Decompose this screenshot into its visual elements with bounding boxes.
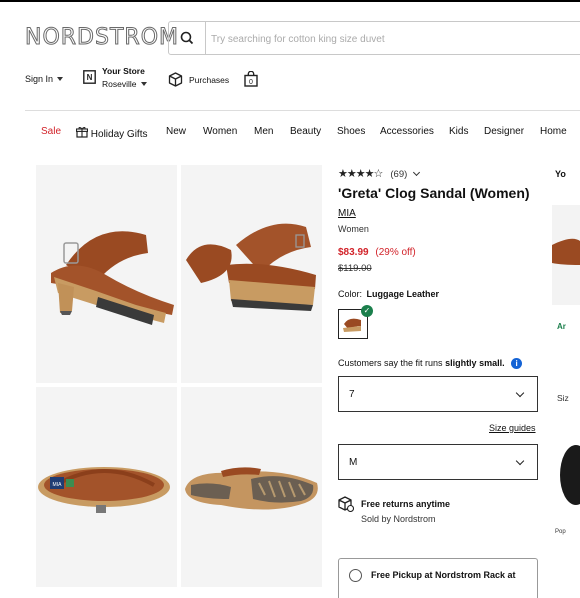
rating[interactable]: ★★★★☆ (69) bbox=[338, 167, 421, 180]
nav-accessories[interactable]: Accessories bbox=[380, 126, 434, 137]
fit-note: Customers say the fit runs slightly smal… bbox=[338, 358, 523, 370]
department: Women bbox=[338, 224, 369, 234]
size-value: 7 bbox=[349, 389, 355, 400]
returns-info: Free returns anytime Sold by Nordstrom bbox=[338, 496, 543, 532]
discount: (29% off) bbox=[375, 247, 416, 258]
chevron-down-icon bbox=[515, 456, 525, 466]
recommendations-heading: Yo bbox=[555, 169, 566, 179]
product-image-1[interactable] bbox=[36, 165, 177, 383]
recommendation-image-2[interactable] bbox=[552, 430, 580, 525]
recommendation-image-1[interactable] bbox=[552, 205, 580, 305]
nav-holiday-gifts-label: Holiday Gifts bbox=[90, 129, 148, 140]
sign-in-button[interactable]: Sign In bbox=[25, 74, 64, 84]
size-select[interactable]: 7 bbox=[338, 376, 538, 412]
nav-beauty[interactable]: Beauty bbox=[290, 126, 321, 137]
color-label: Color: bbox=[338, 289, 363, 299]
recommendation-green-label: Ar bbox=[557, 322, 566, 331]
nav-designer[interactable]: Designer bbox=[484, 126, 524, 137]
fit-note-prefix: Customers say the fit runs bbox=[338, 358, 443, 368]
recommendation-size-label: Siz bbox=[557, 393, 569, 403]
info-icon[interactable]: i bbox=[511, 358, 523, 370]
sold-by: Sold by Nordstrom bbox=[361, 514, 436, 524]
width-select[interactable]: M bbox=[338, 444, 538, 480]
recommendation-pop-label: Pop bbox=[555, 529, 566, 535]
color-row: Color: Luggage Leather bbox=[338, 289, 439, 299]
search-icon bbox=[180, 31, 194, 45]
original-price: $119.00 bbox=[338, 263, 372, 274]
search-input[interactable] bbox=[209, 28, 573, 50]
svg-text:MIA: MIA bbox=[53, 482, 63, 488]
pickup-radio[interactable] bbox=[349, 569, 362, 582]
price-line: $83.99 (29% off) bbox=[338, 247, 416, 258]
chevron-down-icon bbox=[140, 82, 147, 86]
svg-text:N: N bbox=[87, 73, 93, 82]
product-image-3[interactable]: MIA bbox=[36, 387, 177, 587]
svg-text:0: 0 bbox=[249, 79, 253, 86]
nav-kids[interactable]: Kids bbox=[449, 126, 468, 137]
bag-button[interactable]: 0 bbox=[244, 71, 258, 87]
header-divider bbox=[25, 110, 580, 111]
returns-box-icon bbox=[338, 496, 354, 512]
shopping-bag-icon: 0 bbox=[244, 71, 258, 87]
box-icon bbox=[168, 72, 183, 87]
nav-women[interactable]: Women bbox=[203, 126, 237, 137]
nordstrom-logo[interactable]: NORDSTROM bbox=[25, 25, 179, 51]
nav-shoes[interactable]: Shoes bbox=[337, 126, 365, 137]
store-name: Roseville bbox=[102, 79, 137, 89]
chevron-down-icon bbox=[413, 168, 421, 177]
search-button[interactable] bbox=[169, 22, 206, 54]
product-title: 'Greta' Clog Sandal (Women) bbox=[338, 185, 530, 201]
purchases-button[interactable]: Purchases bbox=[168, 72, 229, 87]
returns-title: Free returns anytime bbox=[361, 499, 451, 509]
gift-icon bbox=[75, 127, 89, 138]
nav-home[interactable]: Home bbox=[540, 126, 567, 137]
pickup-option[interactable]: Free Pickup at Nordstrom Rack at bbox=[338, 558, 538, 598]
fit-note-emphasis: slightly small. bbox=[445, 358, 505, 368]
account-bar: Sign In N Your Store Roseville Purchases… bbox=[25, 62, 325, 102]
size-guides-link[interactable]: Size guides bbox=[489, 423, 536, 433]
nav-sale[interactable]: Sale bbox=[41, 126, 61, 137]
nav-men[interactable]: Men bbox=[254, 126, 273, 137]
search-bar[interactable] bbox=[168, 21, 580, 55]
color-value: Luggage Leather bbox=[366, 289, 440, 299]
sign-in-label: Sign In bbox=[25, 74, 54, 84]
sale-price: $83.99 bbox=[338, 247, 369, 258]
product-image-4[interactable] bbox=[181, 387, 322, 587]
rating-count: (69) bbox=[390, 169, 408, 180]
recommendations-column: Yo Ar Siz Pop bbox=[552, 165, 580, 580]
checkmark-icon: ✓ bbox=[361, 305, 373, 317]
product-image-2[interactable] bbox=[181, 165, 322, 383]
category-nav: Sale Holiday Gifts New Women Men Beauty … bbox=[0, 122, 580, 144]
your-store-label: Your Store bbox=[102, 66, 145, 76]
width-value: M bbox=[349, 457, 358, 468]
top-border bbox=[0, 0, 580, 2]
nav-holiday-gifts[interactable]: Holiday Gifts bbox=[75, 126, 148, 140]
brand-link[interactable]: MIA bbox=[338, 208, 356, 219]
nav-new[interactable]: New bbox=[166, 126, 186, 137]
store-icon: N bbox=[83, 70, 96, 84]
chevron-down-icon bbox=[515, 388, 525, 398]
star-rating-icon: ★★★★☆ bbox=[338, 168, 383, 180]
purchases-label: Purchases bbox=[189, 74, 230, 85]
chevron-down-icon bbox=[57, 77, 64, 81]
pickup-text: Free Pickup at Nordstrom Rack at bbox=[371, 570, 516, 580]
your-store-button[interactable]: Your Store Roseville bbox=[102, 66, 147, 89]
